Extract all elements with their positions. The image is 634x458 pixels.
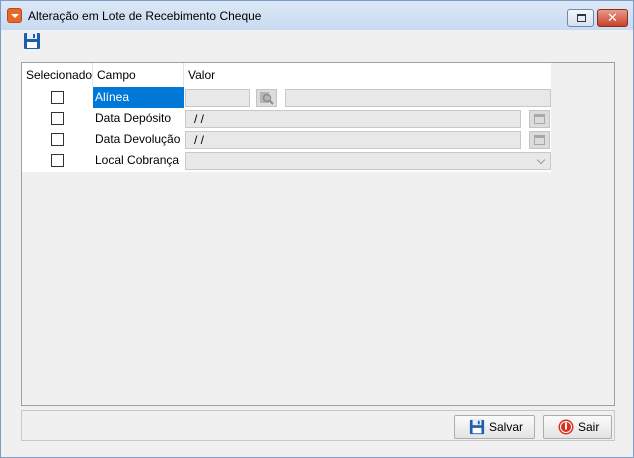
row-campo-cell[interactable]: Alínea xyxy=(93,87,184,108)
row-select-checkbox[interactable] xyxy=(51,112,64,125)
floppy-disk-icon xyxy=(469,419,485,435)
search-icon xyxy=(260,92,274,105)
row-campo-cell[interactable]: Data Devolução xyxy=(93,129,184,150)
column-header-campo[interactable]: Campo xyxy=(93,63,184,87)
title-bar[interactable]: Alteração em Lote de Recebimento Cheque … xyxy=(1,1,633,30)
column-header-valor[interactable]: Valor xyxy=(184,63,551,87)
data-devolucao-field[interactable]: / / xyxy=(185,131,521,149)
data-deposito-calendar-button[interactable] xyxy=(529,110,550,128)
restore-icon xyxy=(577,14,586,22)
column-header-selecionado[interactable]: Selecionado xyxy=(22,63,93,87)
exit-button[interactable]: Sair xyxy=(543,415,612,439)
row-select-checkbox[interactable] xyxy=(51,91,64,104)
floppy-disk-icon xyxy=(24,33,40,49)
row-select-checkbox[interactable] xyxy=(51,154,64,167)
calendar-icon xyxy=(534,135,545,145)
table-row: Alínea xyxy=(22,87,551,108)
fields-grid: Selecionado Campo Valor Alínea Data Depó… xyxy=(21,62,615,406)
exit-button-label: Sair xyxy=(578,420,600,434)
close-icon: ✕ xyxy=(607,10,618,25)
close-button[interactable]: ✕ xyxy=(597,9,628,27)
alinea-description-field[interactable] xyxy=(285,89,551,107)
app-icon xyxy=(7,8,22,23)
main-window: Alteração em Lote de Recebimento Cheque … xyxy=(0,0,634,458)
calendar-icon xyxy=(534,114,545,124)
alinea-code-field[interactable] xyxy=(185,89,250,107)
local-cobranca-dropdown[interactable] xyxy=(185,152,551,170)
table-row: Data Devolução / / xyxy=(22,129,551,150)
alinea-search-button[interactable] xyxy=(256,89,277,107)
toolbar-save-button[interactable] xyxy=(23,32,41,50)
chevron-down-icon xyxy=(536,155,546,165)
data-deposito-field[interactable]: / / xyxy=(185,110,521,128)
save-button[interactable]: Salvar xyxy=(454,415,535,439)
exit-icon xyxy=(558,419,574,435)
window-title: Alteração em Lote de Recebimento Cheque xyxy=(28,9,262,23)
table-row: Data Depósito / / xyxy=(22,108,551,129)
row-campo-cell[interactable]: Data Depósito xyxy=(93,108,184,129)
row-select-checkbox[interactable] xyxy=(51,133,64,146)
data-devolucao-calendar-button[interactable] xyxy=(529,131,550,149)
restore-button[interactable] xyxy=(567,9,594,27)
row-campo-cell[interactable]: Local Cobrança xyxy=(93,150,184,171)
save-button-label: Salvar xyxy=(489,420,524,434)
table-row: Local Cobrança xyxy=(22,150,551,171)
